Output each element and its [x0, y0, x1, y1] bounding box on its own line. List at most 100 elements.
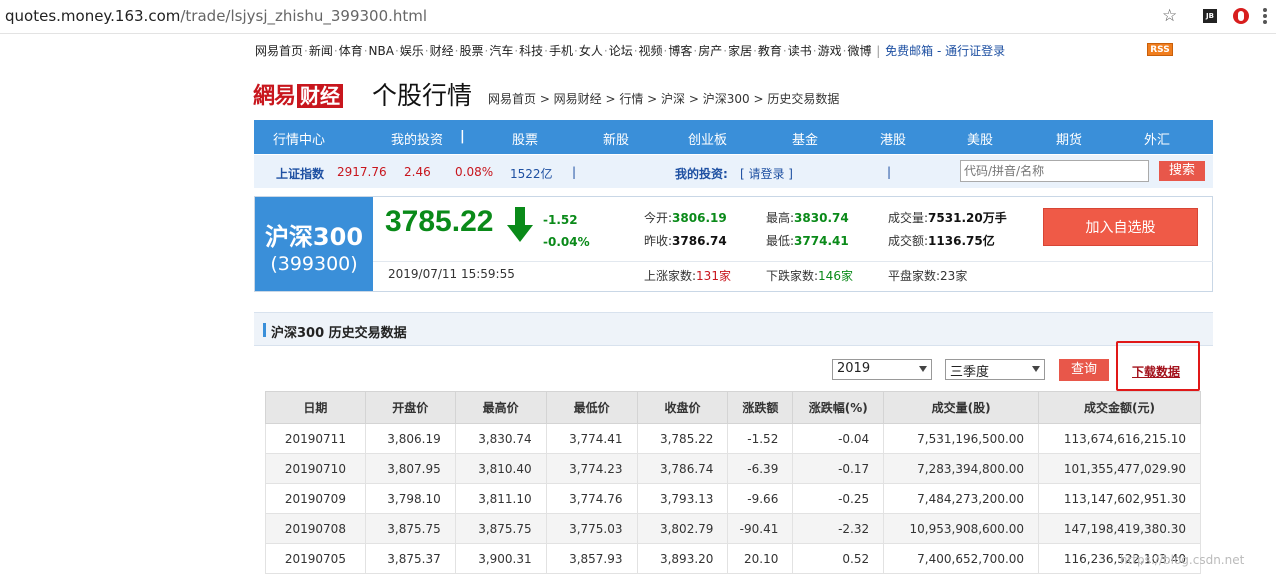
add-to-watchlist-button[interactable]: 加入自选股 — [1043, 208, 1198, 246]
search-button[interactable]: 搜索 — [1159, 161, 1205, 181]
bookmark-star-icon[interactable]: ☆ — [1162, 6, 1177, 26]
index-name[interactable]: 上证指数 — [276, 165, 324, 182]
topnav-item[interactable]: 读书 — [788, 44, 812, 58]
browser-menu-icon[interactable] — [1263, 8, 1267, 26]
topnav-item[interactable]: 游戏 — [818, 44, 842, 58]
table-cell: 3,875.75 — [364, 513, 456, 544]
table-cell: 20190708 — [265, 513, 366, 544]
quote-time: 2019/07/11 15:59:55 — [388, 267, 515, 281]
separator: · — [394, 44, 399, 58]
stock-search-input[interactable] — [960, 160, 1149, 182]
separator: · — [812, 44, 817, 58]
table-cell: 3,875.37 — [364, 543, 456, 574]
table-row: 20190708 3,875.75 3,875.75 3,775.03 3,802.79… — [265, 513, 1201, 544]
extension-opera-icon[interactable] — [1233, 8, 1249, 24]
quote-panel: 沪深300 (399300) 3785.22 -1.52 -0.04% 2019… — [254, 196, 1213, 292]
nav-item[interactable]: 我的投资 — [391, 129, 443, 148]
breadcrumb[interactable]: 网易首页 > 网易财经 > 行情 > 沪深 > 沪深300 > 历史交易数据 — [488, 90, 839, 107]
change-value: -1.52 — [543, 213, 578, 227]
nav-item[interactable]: 股票 — [512, 129, 538, 148]
topnav-item[interactable]: 新闻 — [309, 44, 333, 58]
topnav-item[interactable]: 微博 — [847, 44, 871, 58]
topnav-item[interactable]: 汽车 — [489, 44, 513, 58]
table-cell: 20190711 — [265, 423, 366, 454]
separator: · — [723, 44, 728, 58]
index-title: 沪深300 — [264, 223, 364, 251]
separator: | — [460, 129, 465, 144]
nav-item[interactable]: 行情中心 — [273, 129, 325, 148]
section-accent — [263, 323, 266, 337]
topnav-item[interactable]: 科技 — [519, 44, 543, 58]
table-cell: 3,875.75 — [454, 513, 547, 544]
table-cell: 3,774.23 — [545, 453, 638, 484]
nav-item[interactable]: 美股 — [967, 129, 993, 148]
topnav-link[interactable]: 免费邮箱 — [885, 44, 933, 58]
netease-finance-logo[interactable]: 網易 财经 — [253, 78, 344, 109]
change-pct: -0.04% — [543, 235, 590, 249]
topnav-item[interactable]: 财经 — [430, 44, 454, 58]
nav-item[interactable]: 创业板 — [688, 129, 727, 148]
separator: · — [633, 44, 638, 58]
column-header[interactable]: 开盘价 — [364, 391, 456, 424]
rss-icon[interactable]: RSS — [1147, 43, 1173, 56]
nav-item[interactable]: 港股 — [880, 129, 906, 148]
query-button[interactable]: 查询 — [1059, 359, 1109, 381]
nav-item[interactable]: 基金 — [792, 129, 818, 148]
topnav-item[interactable]: 博客 — [668, 44, 692, 58]
column-header[interactable]: 最高价 — [454, 391, 547, 424]
table-cell: -90.41 — [727, 513, 794, 544]
stat-flat-count: 平盘家数:23家 — [888, 269, 968, 283]
nav-item[interactable]: 外汇 — [1144, 129, 1170, 148]
current-price: 3785.22 — [385, 205, 494, 238]
topnav-item[interactable]: 手机 — [549, 44, 573, 58]
index-change: 2.46 — [404, 165, 431, 179]
divider — [373, 261, 1213, 262]
topnav-item[interactable]: 女人 — [579, 44, 603, 58]
table-cell: 7,531,196,500.00 — [883, 423, 1040, 454]
topnav-item[interactable]: 股票 — [459, 44, 483, 58]
topnav-item[interactable]: 娱乐 — [400, 44, 424, 58]
column-header[interactable]: 成交金额(元) — [1038, 391, 1201, 424]
login-link[interactable]: [ 请登录 ] — [740, 165, 793, 182]
topnav-item[interactable]: 论坛 — [609, 44, 633, 58]
column-header[interactable]: 收盘价 — [636, 391, 729, 424]
extension-jb-icon[interactable]: JB — [1203, 9, 1217, 23]
topnav-item[interactable]: 网易首页 — [255, 44, 303, 58]
table-cell: -6.39 — [727, 453, 794, 484]
separator: · — [693, 44, 698, 58]
topnav-link[interactable]: 通行证登录 — [945, 44, 1005, 58]
topnav-item[interactable]: 家居 — [728, 44, 752, 58]
topnav-item[interactable]: 教育 — [758, 44, 782, 58]
column-header[interactable]: 成交量(股) — [883, 391, 1040, 424]
history-table: 日期 开盘价 最高价 最低价 收盘价 涨跌额 涨跌幅(%) 成交量(股) 成交金额(元) 201… — [265, 391, 1201, 574]
year-select[interactable]: 2019 — [832, 359, 932, 380]
column-header[interactable]: 涨跌幅(%) — [792, 391, 885, 424]
column-header[interactable]: 涨跌额 — [727, 391, 794, 424]
table-cell: 3,802.79 — [636, 513, 729, 544]
divider: | — [887, 165, 892, 179]
quote-name-box: 沪深300 (399300) — [255, 197, 373, 291]
topnav-item[interactable]: 体育 — [339, 44, 363, 58]
table-cell: 7,484,273,200.00 — [883, 483, 1040, 514]
separator: · — [363, 44, 368, 58]
separator: · — [514, 44, 519, 58]
down-arrow-icon — [507, 207, 533, 242]
column-header[interactable]: 日期 — [265, 391, 366, 424]
nav-item[interactable]: 期货 — [1056, 129, 1082, 148]
table-cell: -0.04 — [792, 423, 885, 454]
download-data-link[interactable]: 下载数据 — [1132, 363, 1180, 380]
table-cell: 3,806.19 — [364, 423, 456, 454]
topnav-item[interactable]: 房产 — [698, 44, 722, 58]
address-bar[interactable]: quotes.money.163.com/trade/lsjysj_zhishu… — [5, 7, 427, 25]
table-cell: 3,900.31 — [454, 543, 547, 574]
topnav-item[interactable]: NBA — [369, 44, 394, 58]
site-topnav: 网易首页·新闻·体育·NBA·娱乐·财经·股票·汽车·科技·手机·女人·论坛·视… — [255, 42, 1175, 60]
column-header[interactable]: 最低价 — [545, 391, 638, 424]
stat-low: 最低:3774.41 — [766, 234, 849, 248]
season-select[interactable]: 三季度 — [945, 359, 1045, 380]
nav-item[interactable]: 新股 — [603, 129, 629, 148]
topnav-item[interactable]: 视频 — [639, 44, 663, 58]
table-header-row: 日期 开盘价 最高价 最低价 收盘价 涨跌额 涨跌幅(%) 成交量(股) 成交金额(元) — [265, 391, 1201, 424]
separator: - — [933, 44, 946, 58]
table-cell: 3,811.10 — [454, 483, 547, 514]
